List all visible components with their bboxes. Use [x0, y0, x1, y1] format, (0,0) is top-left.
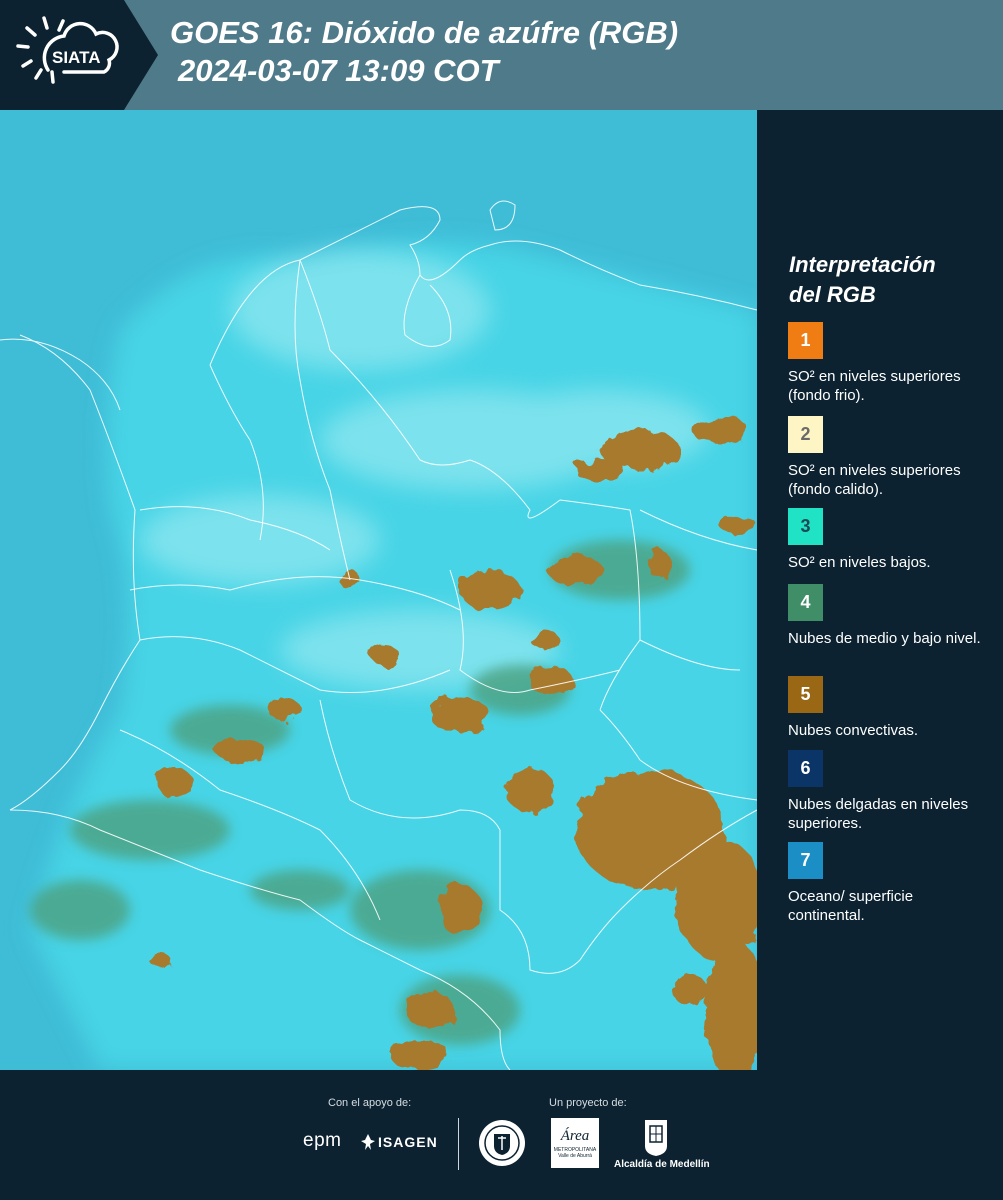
legend-item-3: 3 SO² en niveles bajos. [788, 508, 988, 572]
legend-swatch-7: 7 [788, 842, 823, 879]
satellite-map[interactable] [0, 110, 757, 1070]
legend-label-4: Nubes de medio y bajo nivel. [788, 630, 981, 647]
legend-item-4: 4 Nubes de medio y bajo nivel. [788, 584, 988, 648]
legend-swatch-2: 2 [788, 416, 823, 453]
area-logo-text: Área [560, 1128, 590, 1144]
footer-sponsors: Con el apoyo de: Un proyecto de: epm ISA… [0, 1070, 1003, 1200]
legend-title: Interpretación del RGB [789, 250, 936, 310]
legend-label-6: Nubes delgadas en niveles superiores. [788, 796, 969, 832]
legend-swatch-1: 1 [788, 322, 823, 359]
legend-swatch-3: 3 [788, 508, 823, 545]
isagen-mark-icon [361, 1134, 375, 1150]
logo-text: SIATA [52, 48, 100, 67]
medellin-seal-icon [479, 1120, 525, 1166]
area-logo-sub2: Valle de Aburrá [558, 1153, 592, 1159]
legend-item-6: 6 Nubes delgadas en niveles superiores. [788, 750, 988, 833]
area-metropolitana-logo: Área METROPOLITANA Valle de Aburrá [551, 1118, 599, 1168]
title-product: GOES 16: Dióxido de azúfre (RGB) [170, 15, 679, 50]
project-label: Un proyecto de: [549, 1097, 627, 1109]
header-bar: SIATA GOES 16: Dióxido de azúfre (RGB) 2… [0, 0, 1003, 110]
siata-logo: SIATA [16, 16, 119, 84]
legend-title-line1: Interpretación [789, 252, 936, 277]
legend-swatch-5: 5 [788, 676, 823, 713]
legend-label-1: SO² en niveles superiores (fondo frio). [788, 368, 961, 404]
legend-label-3: SO² en niveles bajos. [788, 554, 931, 571]
alcaldia-name: Alcaldía de Medellín [614, 1159, 710, 1170]
legend-label-5: Nubes convectivas. [788, 722, 919, 739]
legend-item-7: 7 Oceano/ superficie continental. [788, 842, 988, 925]
legend-swatch-4: 4 [788, 584, 823, 621]
rgb-legend: Interpretación del RGB 1 SO² en niveles … [757, 110, 1003, 1070]
epm-logo: epm [303, 1130, 342, 1151]
support-label: Con el apoyo de: [328, 1097, 412, 1109]
footer-divider [458, 1118, 459, 1170]
alcaldia-shield-icon [645, 1120, 667, 1156]
legend-item-1: 1 SO² en niveles superiores (fondo frio)… [788, 322, 988, 405]
legend-swatch-6: 6 [788, 750, 823, 787]
title-timestamp: 2024-03-07 13:09 COT [178, 53, 499, 88]
legend-title-line2: del RGB [789, 282, 876, 307]
logo-panel: SIATA [0, 0, 158, 110]
satellite-image [0, 110, 757, 1070]
legend-item-2: 2 SO² en niveles superiores (fondo calid… [788, 416, 988, 518]
legend-item-5: 5 Nubes convectivas. [788, 676, 988, 740]
page-title: GOES 16: Dióxido de azúfre (RGB) 2024-03… [170, 14, 678, 90]
isagen-logo: ISAGEN [378, 1134, 438, 1150]
legend-label-7: Oceano/ superficie continental. [788, 888, 914, 924]
